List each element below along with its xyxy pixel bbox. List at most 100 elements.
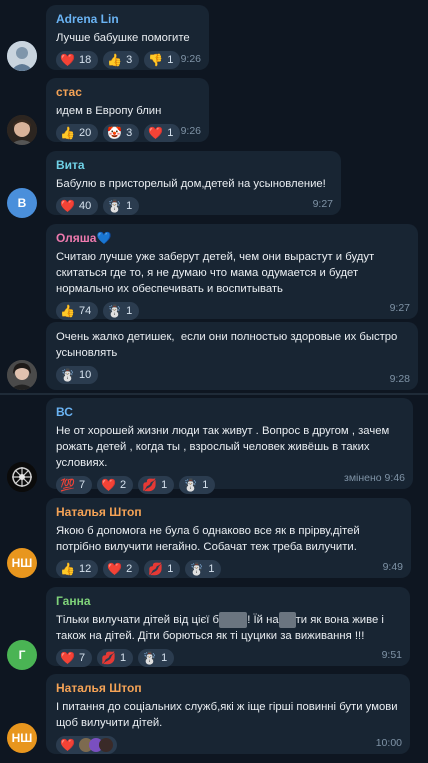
message-bubble[interactable]: Вита Бабулю в присторелый дом,детей на у…: [46, 151, 341, 215]
avatar-letter: НШ: [11, 731, 33, 745]
message-bubble[interactable]: ВС Не от хорошей жизни люди так живут . …: [46, 398, 413, 494]
snowman-icon: ☃️: [107, 199, 123, 213]
avatar[interactable]: [7, 41, 37, 71]
reaction-count: 1: [126, 305, 133, 317]
reaction-thumbs-up[interactable]: 👍 74: [56, 302, 99, 320]
reaction-red-heart[interactable]: ❤️ 7: [56, 649, 93, 667]
text-part: ! Їй на: [247, 614, 279, 626]
reactions: ❤️: [56, 736, 400, 754]
red-heart-icon: ❤️: [60, 738, 75, 752]
kiss-mark-icon: 💋: [148, 562, 164, 576]
reaction-thumbs-down[interactable]: 👎 1: [144, 51, 181, 69]
reaction-snowman[interactable]: ☃️ 1: [138, 649, 175, 667]
reaction-count: 1: [167, 127, 174, 139]
reaction-red-heart[interactable]: ❤️ 2: [103, 560, 140, 578]
reaction-count: 10: [78, 369, 92, 381]
avatar[interactable]: [7, 115, 37, 145]
chat-feed: Adrena Lin Лучше бабушке помогите ❤️ 18 👍…: [0, 0, 428, 763]
reaction-kiss-mark[interactable]: 💋 1: [97, 649, 134, 667]
message-bubble[interactable]: Оляша💙 Считаю лучше уже заберут детей, ч…: [46, 224, 418, 320]
hundred-points-icon: 💯: [60, 478, 75, 492]
message-time: 9:49: [382, 561, 403, 573]
blurred-word: xxx: [278, 612, 296, 628]
reaction-count: 1: [161, 652, 168, 664]
sender-name[interactable]: Наталья Штоп: [56, 681, 400, 696]
reaction-snowman[interactable]: ☃️ 1: [103, 302, 140, 320]
message-bubble[interactable]: Ганна Тільки вилучати дітей від цієї бxx…: [46, 587, 410, 667]
message-bubble[interactable]: Adrena Lin Лучше бабушке помогите ❤️ 18 👍…: [46, 5, 209, 70]
reaction-count: 1: [161, 479, 168, 491]
message-text: Бабулю в присторелый дом,детей на усынов…: [56, 178, 326, 190]
reactor-avatars: [78, 738, 113, 752]
reaction-clown-face[interactable]: 🤡 3: [103, 124, 140, 142]
avatar[interactable]: В: [7, 188, 37, 218]
message-time: 9:51: [381, 649, 402, 661]
clown-face-icon: 🤡: [107, 126, 123, 140]
reactions: 👍 74 ☃️ 1: [56, 302, 408, 320]
reaction-count: 7: [78, 479, 86, 491]
thumbs-up-icon: 👍: [60, 126, 75, 140]
reaction-kiss-mark[interactable]: 💋 1: [138, 476, 175, 494]
reaction-count: 3: [126, 54, 133, 66]
sender-name[interactable]: стас: [56, 85, 199, 100]
reaction-thumbs-up[interactable]: 👍 12: [56, 560, 99, 578]
reactor-avatar: [98, 738, 113, 752]
reaction-snowman[interactable]: ☃️ 1: [185, 560, 222, 578]
message-text: идем в Европу блин: [56, 105, 162, 117]
message-time: 9:26: [180, 125, 201, 137]
message-text: Лучше бабушке помогите: [56, 32, 190, 44]
reaction-red-heart[interactable]: ❤️ 1: [144, 124, 181, 142]
reaction-count: 20: [78, 127, 92, 139]
message-text: Якою б допомога не була б однаково все я…: [56, 525, 363, 553]
thumbs-down-icon: 👎: [148, 53, 164, 67]
reaction-red-heart[interactable]: ❤️ 18: [56, 51, 99, 69]
kiss-mark-icon: 💋: [101, 651, 117, 665]
reaction-red-heart[interactable]: ❤️ 40: [56, 197, 99, 215]
reaction-snowman[interactable]: ☃️ 10: [56, 366, 99, 384]
avatar[interactable]: [7, 462, 37, 492]
message-bubble[interactable]: Очень жалко детишек, если они полностью …: [46, 322, 418, 390]
reactions: ❤️ 40 ☃️ 1: [56, 197, 331, 215]
reaction-red-heart[interactable]: ❤️: [56, 736, 117, 754]
sender-name[interactable]: Наталья Штоп: [56, 505, 401, 520]
reaction-count: 1: [202, 479, 209, 491]
reaction-red-heart[interactable]: ❤️ 2: [97, 476, 134, 494]
avatar[interactable]: НШ: [7, 548, 37, 578]
reaction-thumbs-up[interactable]: 👍 3: [103, 51, 140, 69]
message-text: Тільки вилучати дітей від цієї бxxxxx! Ї…: [56, 612, 400, 644]
reactions: ☃️ 10: [56, 366, 408, 384]
sender-name[interactable]: ВС: [56, 405, 403, 420]
reaction-kiss-mark[interactable]: 💋 1: [144, 560, 181, 578]
thumbs-up-icon: 👍: [107, 53, 123, 67]
reaction-snowman[interactable]: ☃️ 1: [179, 476, 216, 494]
avatar-letter: В: [17, 196, 27, 210]
reaction-thumbs-up[interactable]: 👍 20: [56, 124, 99, 142]
message-bubble[interactable]: стас идем в Европу блин 👍 20 🤡 3 ❤️ 1 9:26: [46, 78, 209, 142]
reaction-count: 1: [126, 200, 133, 212]
reactions: ❤️ 7 💋 1 ☃️ 1: [56, 649, 400, 667]
reaction-count: 12: [78, 563, 92, 575]
red-heart-icon: ❤️: [60, 199, 75, 213]
message-text: Не от хорошей жизни люди так живут . Воп…: [56, 425, 393, 469]
sender-name[interactable]: Ганна: [56, 594, 400, 609]
red-heart-icon: ❤️: [107, 562, 123, 576]
avatar-letter: НШ: [11, 556, 33, 570]
message-bubble[interactable]: Наталья Штоп Якою б допомога не була б о…: [46, 498, 411, 578]
blurred-word: xxxxx: [219, 612, 248, 628]
snowman-icon: ☃️: [183, 478, 199, 492]
sender-name[interactable]: Вита: [56, 158, 331, 173]
avatar[interactable]: Г: [7, 640, 37, 670]
sender-name[interactable]: Оляша💙: [56, 231, 408, 246]
sender-name[interactable]: Adrena Lin: [56, 12, 199, 27]
reaction-count: 2: [120, 479, 127, 491]
avatar[interactable]: НШ: [7, 723, 37, 753]
red-heart-icon: ❤️: [60, 53, 75, 67]
reaction-snowman[interactable]: ☃️ 1: [103, 197, 140, 215]
message-bubble[interactable]: Наталья Штоп І питання до соціальних слу…: [46, 674, 410, 754]
reaction-count: 1: [167, 54, 174, 66]
avatar[interactable]: [7, 360, 37, 390]
red-heart-icon: ❤️: [101, 478, 117, 492]
message-text: Считаю лучше уже заберут детей, чем они …: [56, 251, 378, 295]
reaction-hundred-points[interactable]: 💯 7: [56, 476, 93, 494]
message-time: 9:28: [389, 373, 410, 385]
